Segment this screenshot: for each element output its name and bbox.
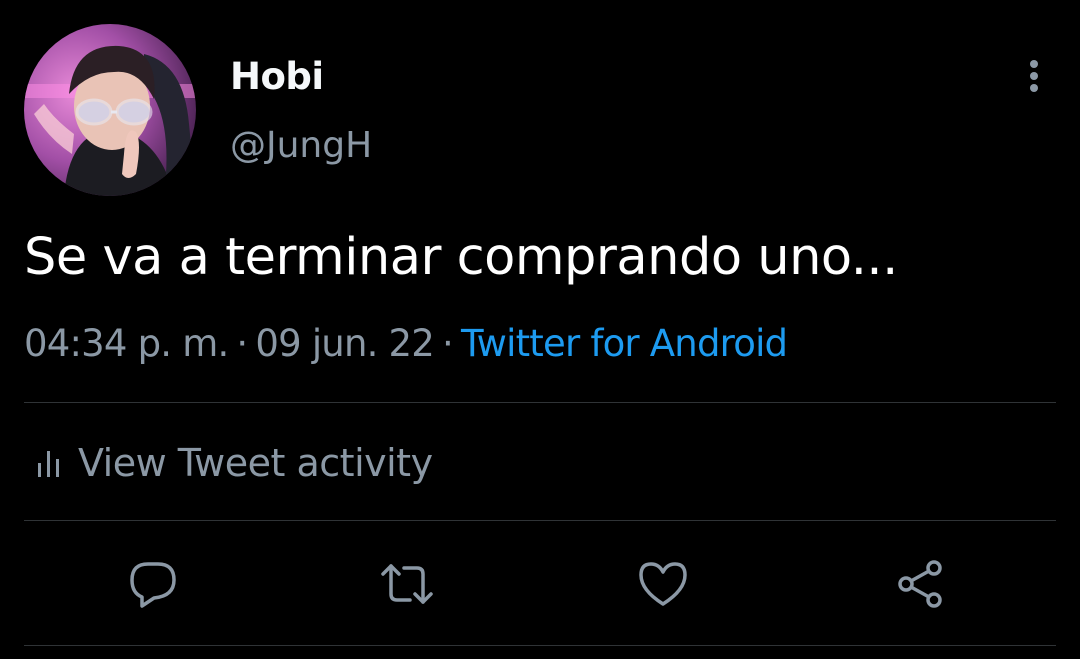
- tweet-time: 04:34 p. m.: [24, 322, 229, 365]
- view-tweet-activity-label: View Tweet activity: [78, 441, 433, 485]
- divider: [24, 520, 1056, 521]
- meta-separator: ·: [442, 322, 454, 365]
- view-tweet-activity-button[interactable]: View Tweet activity: [36, 438, 433, 488]
- meta-separator: ·: [236, 322, 248, 365]
- tweet-metadata: 04:34 p. m. · 09 jun. 22 · Twitter for Andro…: [24, 322, 788, 365]
- tweet-source-link[interactable]: Twitter for Android: [461, 322, 788, 365]
- like-icon[interactable]: [636, 558, 690, 610]
- profile-avatar[interactable]: [24, 24, 196, 196]
- reply-icon[interactable]: [126, 558, 180, 610]
- share-icon[interactable]: [894, 558, 948, 610]
- tweet-text: Se va a terminar comprando uno...: [24, 228, 898, 287]
- divider: [24, 402, 1056, 403]
- user-handle[interactable]: @JungH: [230, 125, 372, 166]
- user-display-name[interactable]: Hobi: [230, 55, 324, 98]
- avatar-image: [24, 24, 196, 196]
- analytics-icon: [38, 451, 59, 477]
- retweet-icon[interactable]: [380, 558, 434, 610]
- more-options-icon[interactable]: [1018, 56, 1050, 96]
- tweet-date: 09 jun. 22: [255, 322, 435, 365]
- divider: [24, 645, 1056, 646]
